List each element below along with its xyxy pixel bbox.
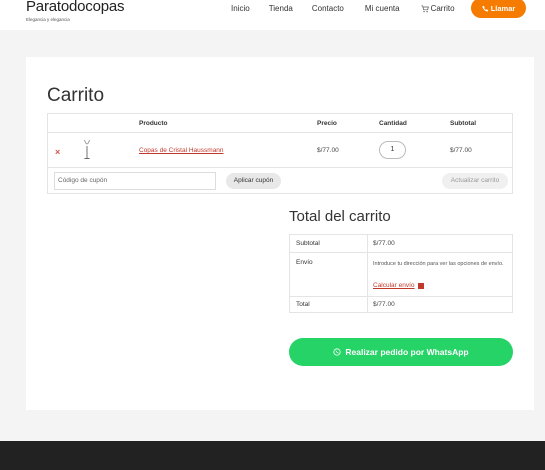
totals-column-divider bbox=[367, 235, 368, 312]
subtotal-label: Subtotal bbox=[296, 240, 320, 247]
nav-item-inicio[interactable]: Inicio bbox=[231, 4, 250, 13]
call-button-label: Llamar bbox=[490, 3, 516, 13]
totals-divider bbox=[290, 252, 512, 253]
update-cart-button[interactable]: Actualizar carrito bbox=[442, 173, 508, 189]
remove-item-button[interactable]: × bbox=[55, 147, 60, 157]
table-divider bbox=[48, 132, 512, 133]
phone-icon bbox=[482, 5, 488, 12]
total-value: $/77.00 bbox=[373, 301, 395, 308]
site-tagline: Elegancia y elegancia bbox=[26, 17, 70, 22]
total-label: Total bbox=[296, 301, 310, 308]
cart-totals-title: Total del carrito bbox=[289, 208, 391, 225]
cart-table: Producto Precio Cantidad Subtotal × Copa… bbox=[47, 113, 513, 194]
column-header-cantidad: Cantidad bbox=[379, 120, 407, 127]
calculate-shipping-link[interactable]: Calcular envío bbox=[373, 282, 424, 289]
cart-card: Carrito Producto Precio Cantidad Subtota… bbox=[26, 57, 534, 410]
page-title: Carrito bbox=[47, 85, 105, 106]
shipping-label: Envío bbox=[296, 259, 313, 266]
product-subtotal: $/77.00 bbox=[450, 147, 472, 154]
calculate-shipping-label: Calcular envío bbox=[373, 282, 415, 289]
site-brand[interactable]: Paratodocopas Elegancia y elegancia bbox=[26, 0, 125, 23]
quantity-input[interactable]: 1 bbox=[379, 141, 406, 159]
nav-item-contacto[interactable]: Contacto bbox=[312, 4, 344, 13]
apply-coupon-button[interactable]: Aplicar cupón bbox=[226, 173, 281, 189]
truck-icon bbox=[417, 282, 424, 289]
whatsapp-icon bbox=[333, 348, 341, 356]
nav-item-tienda[interactable]: Tienda bbox=[269, 4, 293, 13]
totals-divider bbox=[290, 296, 512, 297]
subtotal-value: $/77.00 bbox=[373, 240, 395, 247]
call-button[interactable]: Llamar bbox=[471, 0, 526, 18]
nav-item-mi-cuenta[interactable]: Mi cuenta bbox=[365, 4, 400, 13]
product-name-link[interactable]: Copas de Cristal Haussmann bbox=[139, 147, 224, 154]
column-header-subtotal: Subtotal bbox=[450, 120, 476, 127]
site-footer bbox=[0, 441, 545, 470]
nav-cart-label: Carrito bbox=[430, 4, 455, 13]
main-nav: Inicio Tienda Contacto Mi cuenta Carrito bbox=[231, 4, 455, 13]
shipping-note: Introduce tu dirección para ver las opci… bbox=[373, 261, 504, 267]
coupon-code-input[interactable]: Código de cupón bbox=[54, 172, 216, 190]
product-thumbnail[interactable] bbox=[81, 138, 93, 162]
whatsapp-order-label: Realizar pedido por WhatsApp bbox=[345, 347, 469, 357]
product-price: $/77.00 bbox=[317, 147, 339, 154]
cart-icon bbox=[420, 4, 429, 12]
site-header: Paratodocopas Elegancia y elegancia Inic… bbox=[0, 0, 545, 30]
table-divider bbox=[48, 167, 512, 168]
nav-item-carrito[interactable]: Carrito bbox=[420, 4, 455, 13]
whatsapp-order-button[interactable]: Realizar pedido por WhatsApp bbox=[289, 338, 513, 366]
column-header-precio: Precio bbox=[317, 120, 337, 127]
column-header-producto: Producto bbox=[139, 120, 168, 127]
site-title[interactable]: Paratodocopas bbox=[26, 0, 125, 17]
cart-totals-table: Subtotal $/77.00 Envío Introduce tu dire… bbox=[289, 234, 513, 313]
